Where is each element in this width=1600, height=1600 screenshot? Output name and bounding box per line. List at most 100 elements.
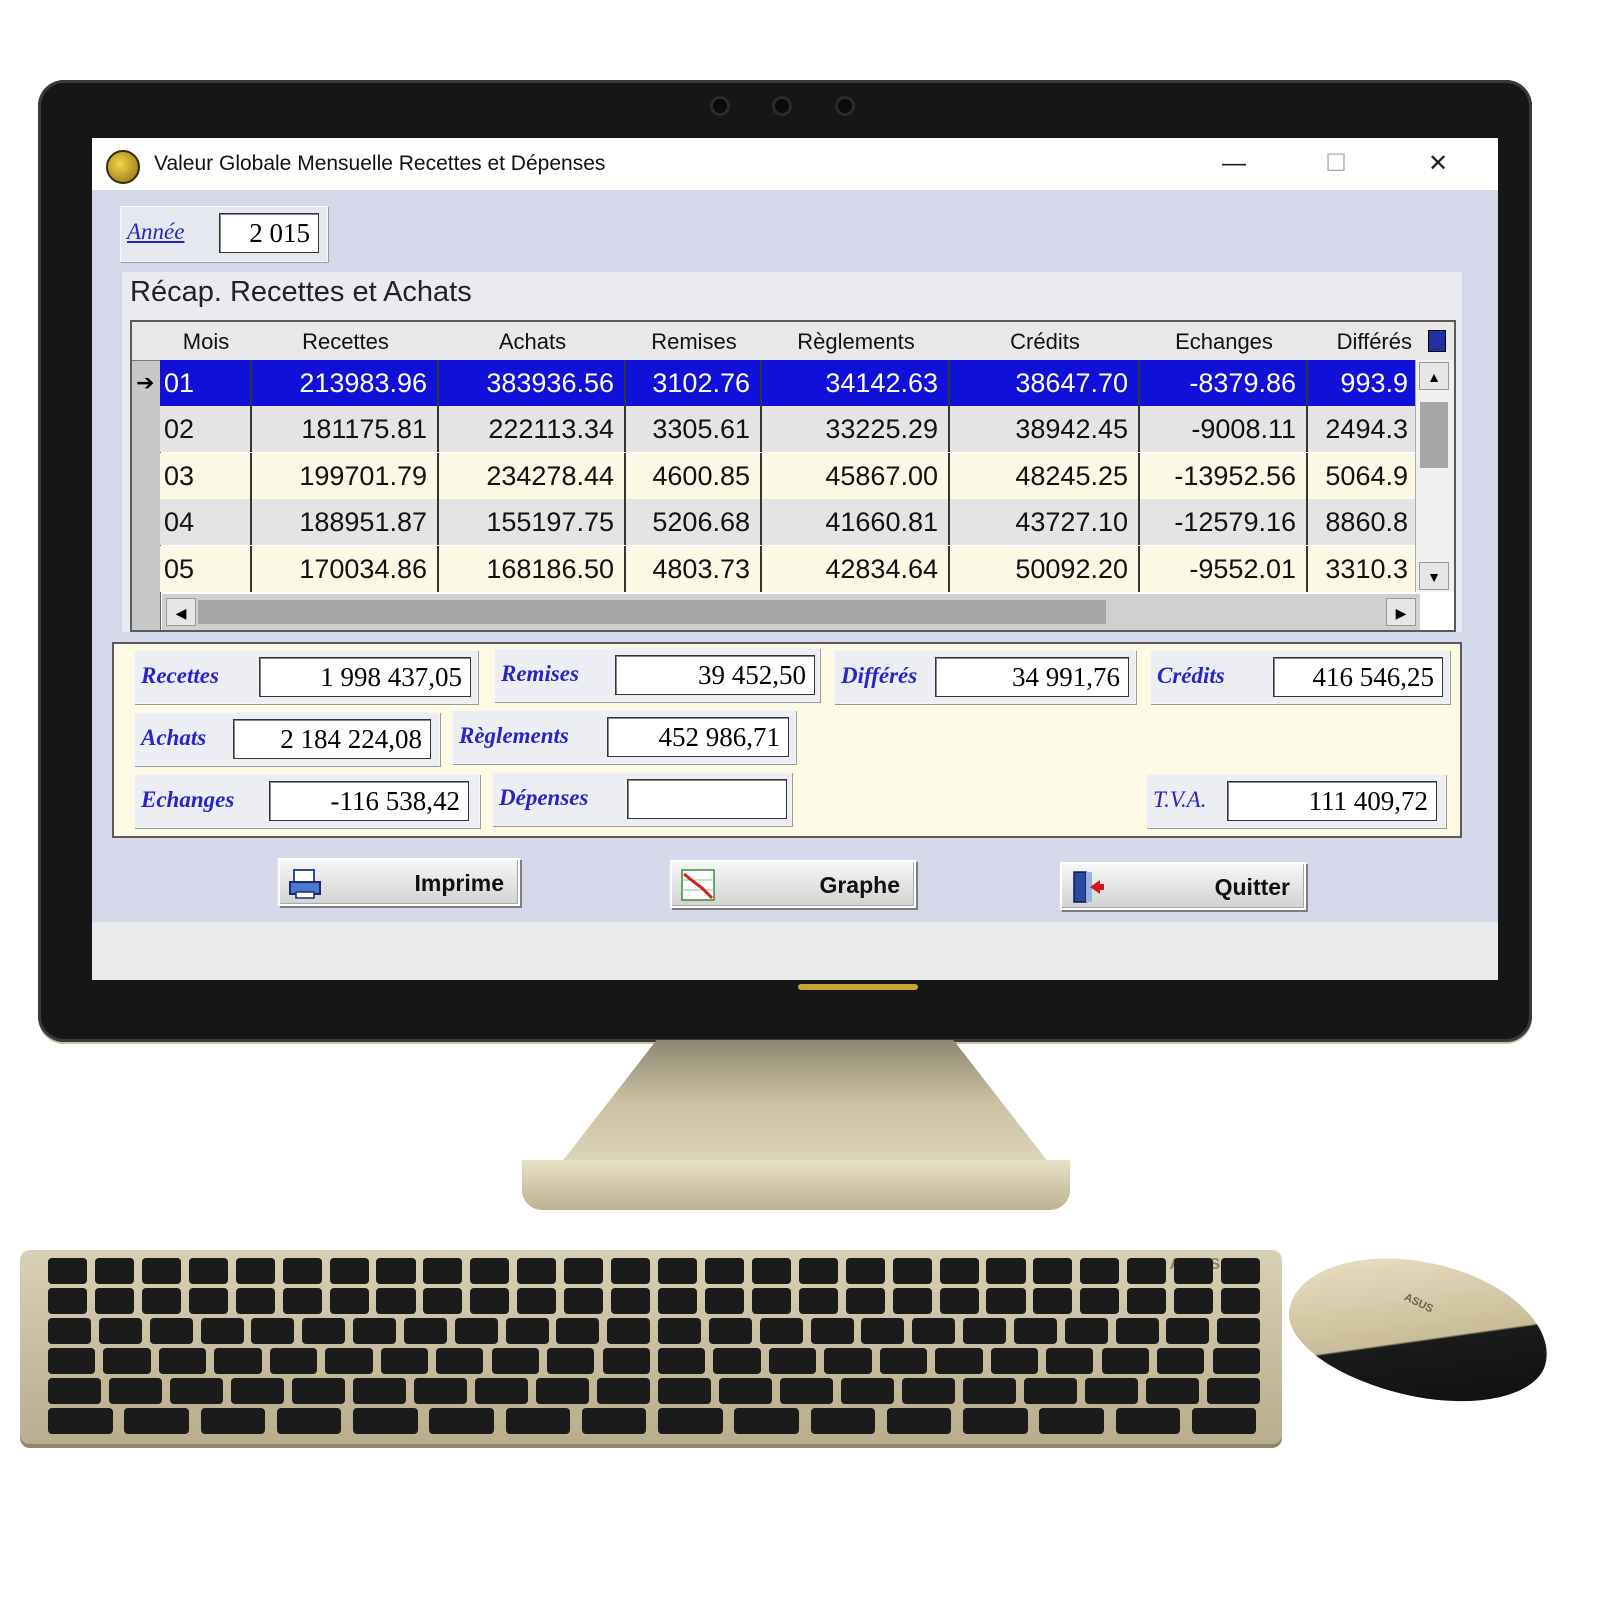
table-cell-achats[interactable]: 168186.50 — [439, 545, 626, 592]
table-row[interactable]: 04 188951.87 155197.75 5206.68 41660.81 43727… — [160, 499, 1418, 546]
table-row[interactable]: 03 199701.79 234278.44 4600.85 45867.00 48245… — [160, 452, 1418, 499]
horizontal-scrollbar[interactable]: ◀ ▶ — [162, 594, 1420, 630]
scroll-down-icon[interactable]: ▼ — [1419, 562, 1449, 590]
column-picker-icon[interactable] — [1428, 330, 1446, 352]
close-button[interactable]: ✕ — [1418, 144, 1458, 184]
keyboard-key — [810, 1318, 854, 1344]
table-cell-echanges[interactable]: -13952.56 — [1140, 452, 1308, 499]
table-cell-differes[interactable]: 5064.9 — [1308, 453, 1418, 499]
table-cell-differes[interactable]: 3310.3 — [1308, 546, 1418, 592]
keyboard-key — [436, 1348, 484, 1374]
keyboard-key — [353, 1378, 406, 1404]
table-cell-reglements[interactable]: 45867.00 — [762, 452, 950, 499]
table-cell-remises[interactable]: 5206.68 — [626, 499, 762, 546]
table-row[interactable]: 05 170034.86 168186.50 4803.73 42834.64 50092… — [160, 545, 1418, 592]
table-cell-differes[interactable]: 993.9 — [1308, 360, 1418, 406]
keyboard-key — [912, 1318, 956, 1344]
tva-field[interactable]: 111 409,72 — [1227, 781, 1437, 821]
vertical-scrollbar[interactable]: ▲ ▼ — [1415, 360, 1454, 592]
column-header-reglements[interactable]: Règlements — [762, 322, 950, 360]
keyboard-key — [235, 1258, 275, 1284]
table-cell-reglements[interactable]: 33225.29 — [762, 406, 950, 453]
recettes-field[interactable]: 1 998 437,05 — [259, 657, 471, 697]
keyboard-key — [1085, 1378, 1138, 1404]
column-header-achats[interactable]: Achats — [439, 322, 626, 360]
keyboard-key — [611, 1288, 651, 1314]
scroll-left-icon[interactable]: ◀ — [166, 598, 196, 626]
column-header-mois[interactable]: Mois — [160, 322, 252, 360]
table-cell-differes[interactable]: 2494.3 — [1308, 406, 1418, 452]
table-cell-achats[interactable]: 234278.44 — [439, 452, 626, 499]
column-header-remises[interactable]: Remises — [626, 322, 762, 360]
column-header-recettes[interactable]: Recettes — [252, 322, 439, 360]
table-cell-remises[interactable]: 4803.73 — [626, 545, 762, 592]
tva-group: T.V.A. 111 409,72 — [1146, 774, 1446, 828]
achats-field[interactable]: 2 184 224,08 — [233, 719, 431, 759]
table-cell-mois[interactable]: 01 — [160, 360, 252, 406]
table-cell-achats[interactable]: 222113.34 — [439, 406, 626, 453]
year-input[interactable]: 2 015 — [219, 213, 319, 253]
table-row[interactable]: 01 213983.96 383936.56 3102.76 34142.63 38647… — [160, 360, 1418, 406]
table-cell-echanges[interactable]: -12579.16 — [1140, 499, 1308, 546]
remises-field[interactable]: 39 452,50 — [615, 655, 815, 695]
reglements-field[interactable]: 452 986,71 — [607, 717, 789, 757]
table-cell-mois[interactable]: 05 — [160, 545, 252, 592]
column-header-differes[interactable]: Différés — [1308, 322, 1418, 360]
chart-icon — [681, 869, 715, 901]
imprime-button[interactable]: Imprime — [278, 858, 520, 906]
table-cell-echanges[interactable]: -9008.11 — [1140, 406, 1308, 453]
table-cell-remises[interactable]: 4600.85 — [626, 452, 762, 499]
table-cell-recettes[interactable]: 188951.87 — [252, 499, 439, 546]
keyboard-key — [48, 1318, 91, 1344]
table-cell-reglements[interactable]: 41660.81 — [762, 499, 950, 546]
table-row[interactable]: 02 181175.81 222113.34 3305.61 33225.29 38942… — [160, 406, 1418, 453]
vertical-scroll-thumb[interactable] — [1420, 402, 1448, 468]
keyboard-key — [200, 1318, 244, 1344]
table-cell-mois[interactable]: 02 — [160, 406, 252, 453]
table-cell-recettes[interactable]: 213983.96 — [252, 360, 439, 406]
table-cell-achats[interactable]: 155197.75 — [439, 499, 626, 546]
echanges-field[interactable]: -116 538,42 — [269, 781, 469, 821]
horizontal-scroll-thumb[interactable] — [198, 600, 1106, 624]
credits-field[interactable]: 416 546,25 — [1273, 657, 1443, 697]
keyboard-key — [94, 1288, 135, 1314]
credits-label: Crédits — [1157, 663, 1225, 688]
graphe-button[interactable]: Graphe — [670, 860, 916, 908]
table-cell-echanges[interactable]: -8379.86 — [1140, 360, 1308, 406]
table-cell-credits[interactable]: 43727.10 — [950, 499, 1140, 546]
keyboard-key — [751, 1258, 791, 1284]
table-cell-credits[interactable]: 38942.45 — [950, 406, 1140, 453]
quitter-label: Quitter — [1214, 874, 1290, 900]
table-cell-credits[interactable]: 38647.70 — [950, 360, 1140, 406]
column-header-echanges[interactable]: Echanges — [1140, 322, 1308, 360]
keyboard-key — [269, 1348, 318, 1374]
table-cell-achats[interactable]: 383936.56 — [439, 360, 626, 406]
table-cell-reglements[interactable]: 34142.63 — [762, 360, 950, 406]
table-cell-recettes[interactable]: 181175.81 — [252, 406, 439, 453]
scroll-right-icon[interactable]: ▶ — [1386, 598, 1416, 626]
column-header-credits[interactable]: Crédits — [950, 322, 1140, 360]
table-cell-mois[interactable]: 04 — [160, 499, 252, 546]
table-cell-recettes[interactable]: 199701.79 — [252, 452, 439, 499]
table-cell-remises[interactable]: 3102.76 — [626, 360, 762, 406]
table-cell-credits[interactable]: 50092.20 — [950, 545, 1140, 592]
table-cell-differes[interactable]: 8860.8 — [1308, 499, 1418, 545]
keyboard-key — [1221, 1288, 1261, 1314]
table-cell-credits[interactable]: 48245.25 — [950, 452, 1140, 499]
minimize-button[interactable]: — — [1214, 144, 1254, 184]
differes-field[interactable]: 34 991,76 — [935, 657, 1129, 697]
table-cell-recettes[interactable]: 170034.86 — [252, 545, 439, 592]
table-cell-remises[interactable]: 3305.61 — [626, 406, 762, 453]
maximize-button[interactable]: ☐ — [1316, 144, 1356, 184]
year-group: Année 2 015 — [120, 206, 328, 262]
keyboard-key — [611, 1258, 651, 1284]
keyboard-key — [517, 1288, 557, 1314]
table-cell-echanges[interactable]: -9552.01 — [1140, 545, 1308, 592]
quitter-button[interactable]: Quitter — [1060, 862, 1306, 910]
scroll-up-icon[interactable]: ▲ — [1419, 362, 1449, 390]
keyboard-key — [1013, 1318, 1057, 1344]
table-cell-mois[interactable]: 03 — [160, 452, 252, 499]
depenses-field[interactable] — [627, 779, 787, 819]
table-cell-reglements[interactable]: 42834.64 — [762, 545, 950, 592]
differes-group: Différés 34 991,76 — [834, 650, 1136, 704]
